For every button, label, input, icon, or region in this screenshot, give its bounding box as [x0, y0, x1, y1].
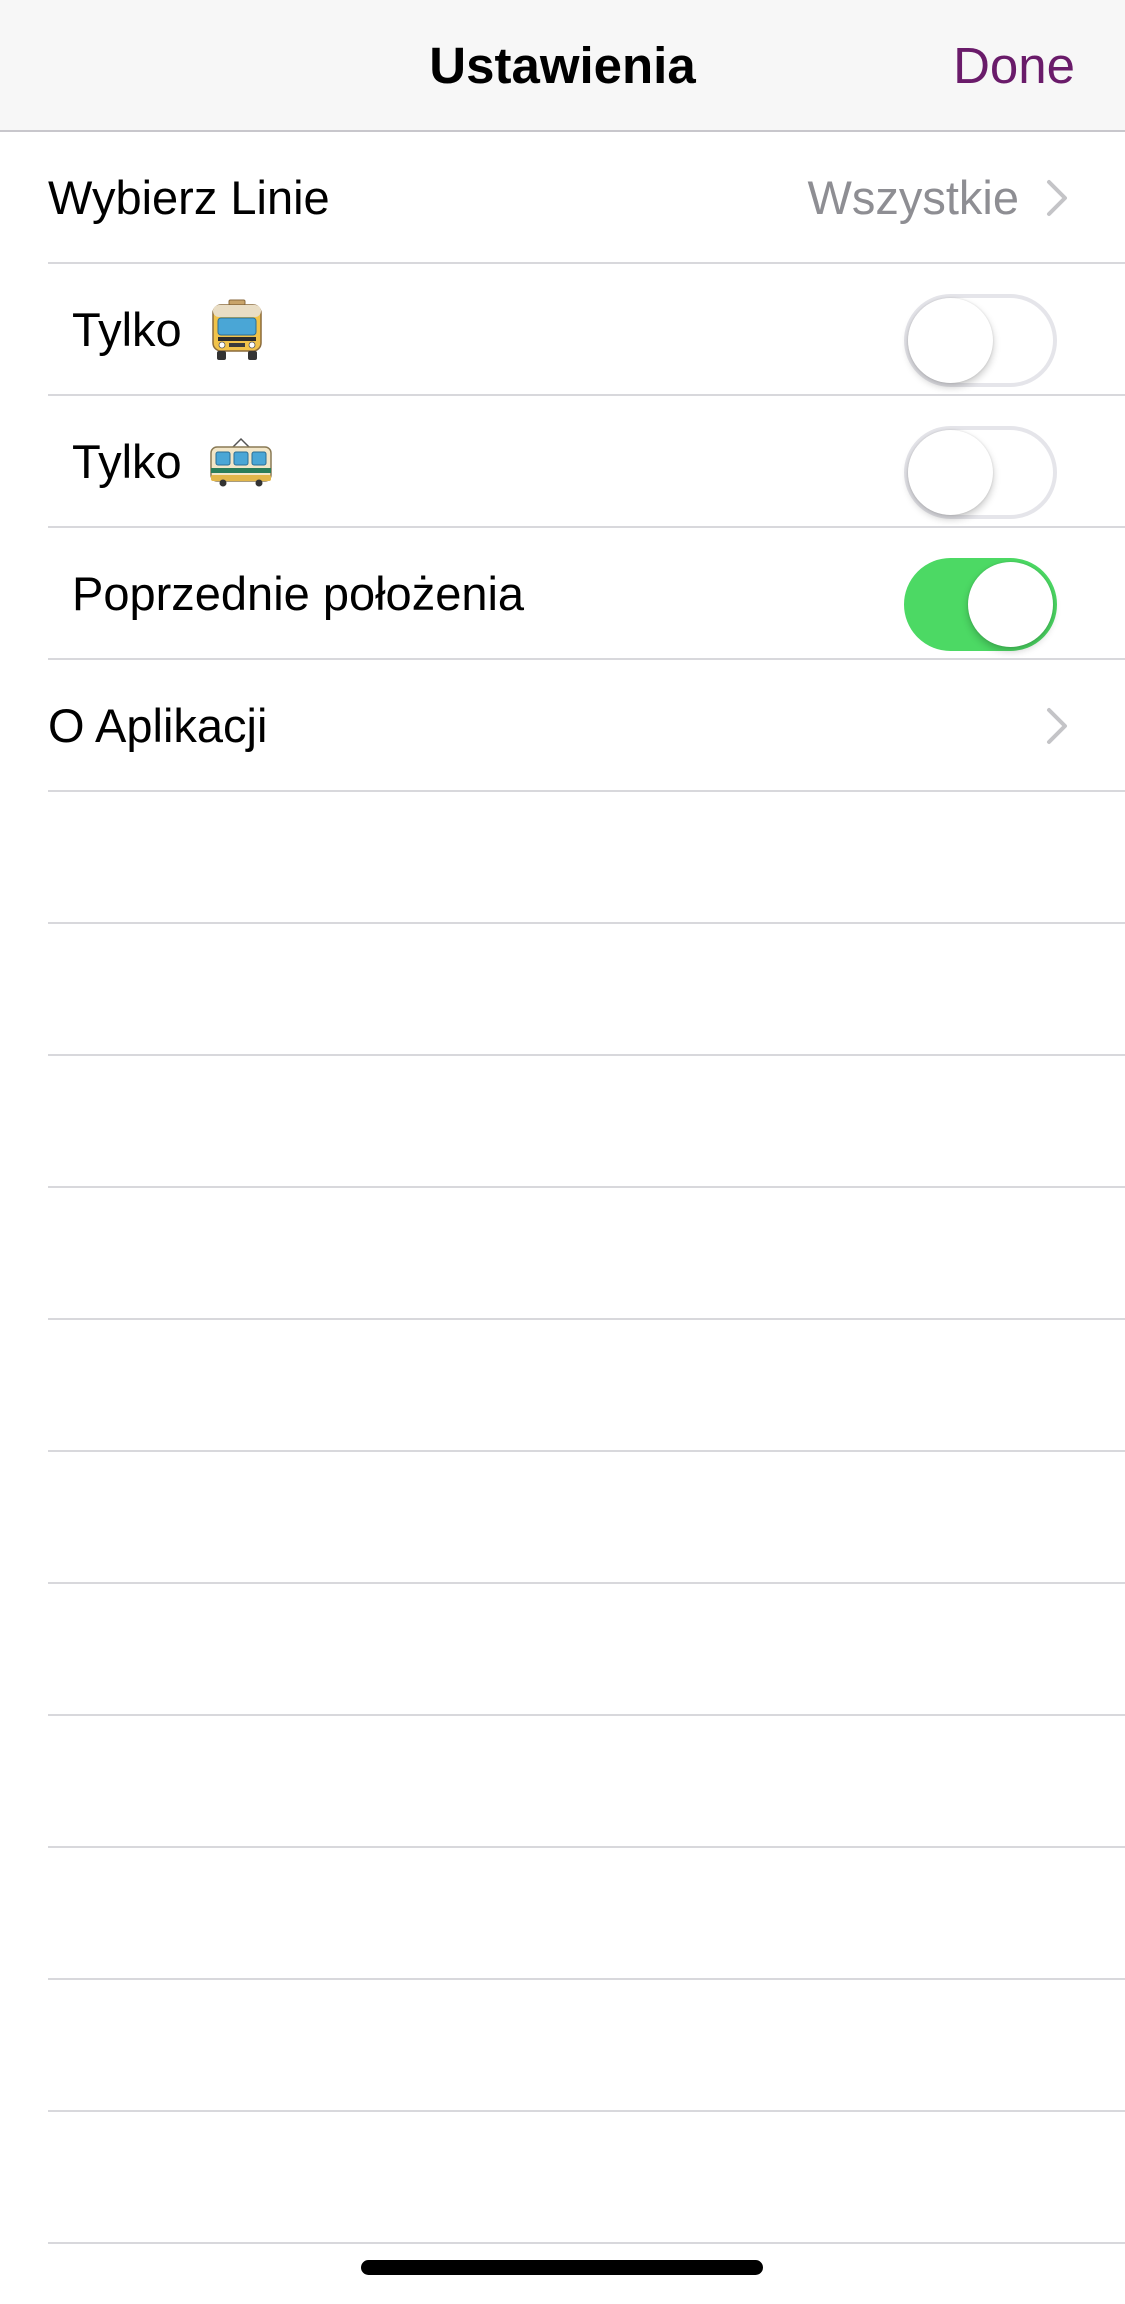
settings-screen: Ustawienia Done Wybierz Linie Wszystkie … [0, 0, 1125, 2304]
navigation-bar: Ustawienia Done [0, 0, 1125, 132]
row-tram-only-label-wrap: Tylko [72, 396, 273, 528]
empty-row [0, 924, 1125, 1056]
empty-row [0, 1056, 1125, 1188]
tram-only-toggle[interactable] [904, 426, 1057, 519]
empty-row [0, 1452, 1125, 1584]
row-previous-positions: Poprzednie położenia [0, 528, 1125, 660]
empty-row [0, 1716, 1125, 1848]
empty-row [0, 792, 1125, 924]
row-about[interactable]: O Aplikacji [0, 660, 1125, 792]
home-indicator[interactable] [361, 2260, 763, 2275]
tram-icon [210, 437, 272, 487]
row-tram-only-label: Tylko [72, 435, 182, 488]
bus-front-icon [212, 299, 262, 360]
previous-positions-toggle[interactable] [904, 558, 1057, 651]
settings-table: Wybierz Linie Wszystkie Tylko Tylko Popr… [0, 132, 1125, 2244]
empty-row [0, 1584, 1125, 1716]
row-tram-only: Tylko [0, 396, 1125, 528]
row-select-lines-label: Wybierz Linie [48, 171, 330, 224]
toggle-knob [908, 298, 993, 383]
chevron-right-icon [1047, 708, 1067, 744]
empty-row [0, 1848, 1125, 1980]
toggle-knob [908, 430, 993, 515]
bus-only-toggle[interactable] [904, 294, 1057, 387]
toggle-knob [968, 562, 1053, 647]
empty-row [0, 1980, 1125, 2112]
row-previous-positions-label: Poprzednie położenia [72, 567, 525, 620]
row-select-lines-value: Wszystkie [807, 171, 1020, 224]
done-button[interactable]: Done [953, 0, 1075, 132]
row-bus-only-label: Tylko [72, 303, 182, 356]
row-select-lines[interactable]: Wybierz Linie Wszystkie [0, 132, 1125, 264]
empty-row [0, 1188, 1125, 1320]
row-about-label: O Aplikacji [48, 699, 268, 752]
empty-row [0, 1320, 1125, 1452]
row-bus-only-label-wrap: Tylko [72, 264, 265, 396]
empty-row [0, 2112, 1125, 2244]
row-bus-only: Tylko [0, 264, 1125, 396]
chevron-right-icon [1047, 180, 1067, 216]
